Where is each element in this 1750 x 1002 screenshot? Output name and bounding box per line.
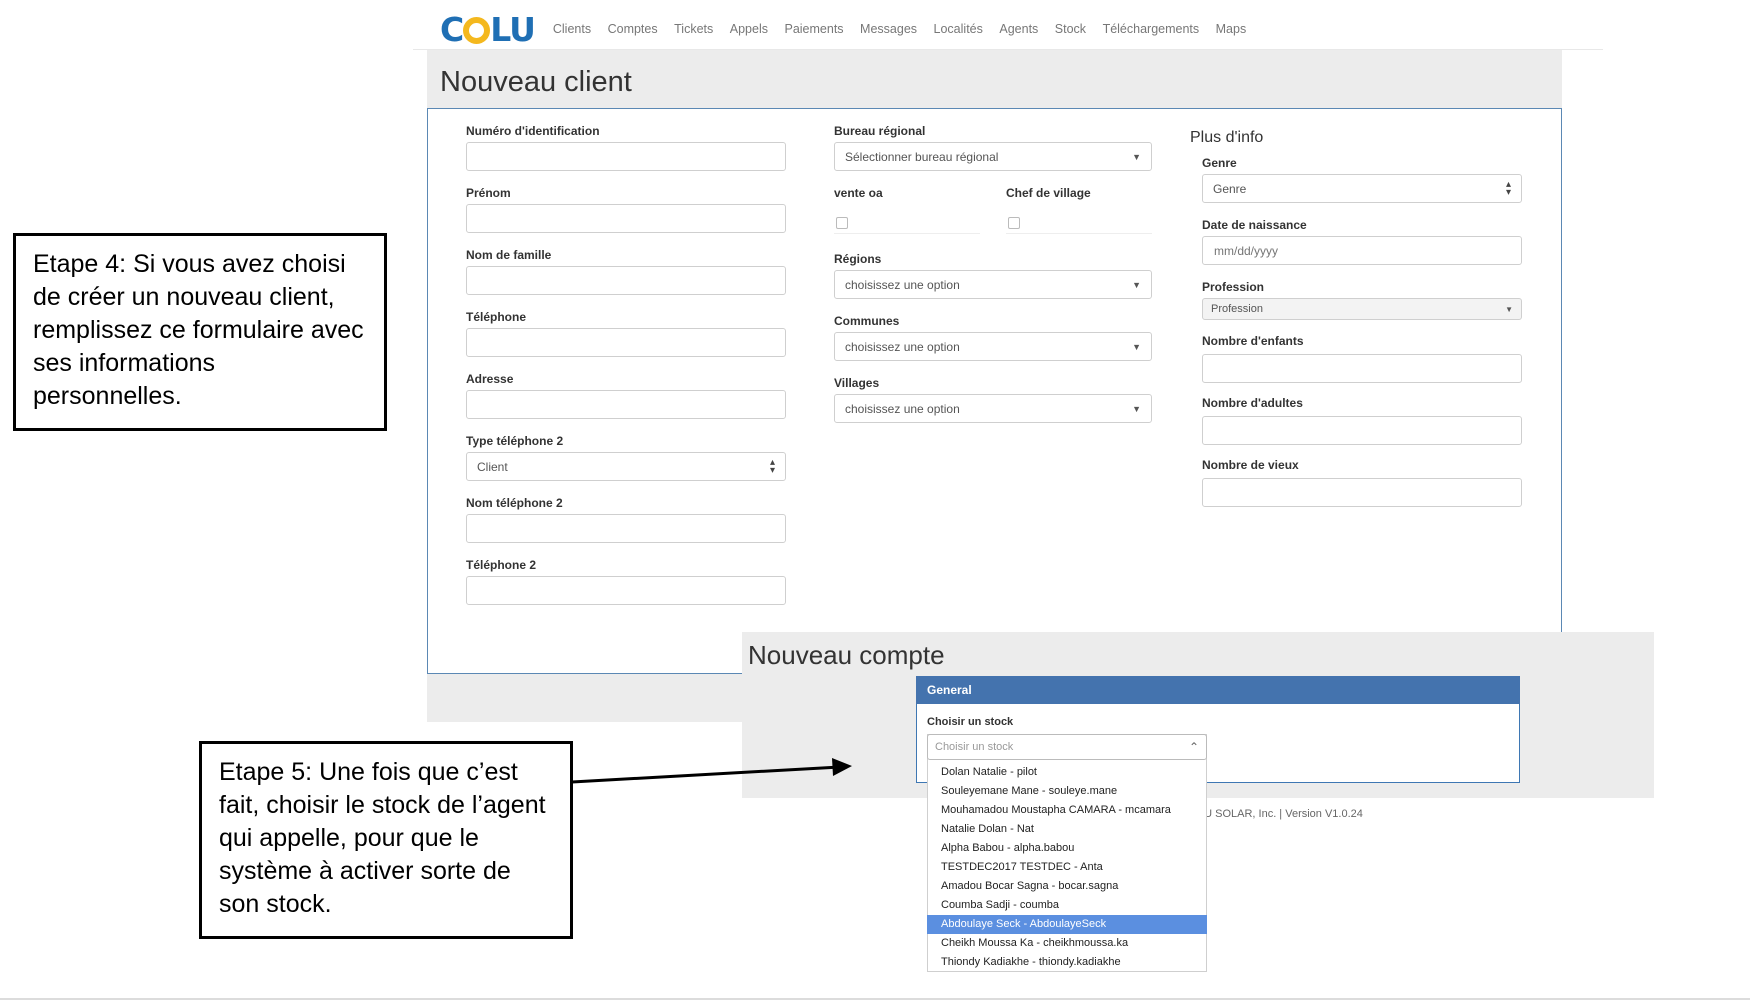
firstname-label: Prénom bbox=[466, 186, 511, 200]
vente-label: vente oa bbox=[834, 186, 883, 200]
elders-input[interactable] bbox=[1202, 478, 1522, 507]
chef-row bbox=[1006, 208, 1152, 234]
stock-option[interactable]: Mouhamadou Moustapha CAMARA - mcamara bbox=[927, 801, 1207, 820]
phone2-name-label: Nom téléphone 2 bbox=[466, 496, 563, 510]
annotation-step5: Etape 5: Une fois que c’est fait, choisi… bbox=[199, 741, 573, 939]
logo-text-right: LU bbox=[490, 9, 536, 49]
stock-option[interactable]: TESTDEC2017 TESTDEC - Anta bbox=[927, 858, 1207, 877]
chevron-up-icon: ⌃ bbox=[1188, 740, 1199, 754]
stock-select-placeholder: Choisir un stock bbox=[935, 741, 1014, 753]
genre-value: Genre bbox=[1213, 181, 1247, 196]
stock-option[interactable]: Amadou Bocar Sagna - bocar.sagna bbox=[927, 877, 1207, 896]
children-label: Nombre d'enfants bbox=[1202, 334, 1304, 348]
regions-label: Régions bbox=[834, 252, 882, 266]
profession-value: Profession bbox=[1211, 303, 1263, 315]
vente-checkbox[interactable] bbox=[836, 217, 848, 229]
compte-title: Nouveau compte bbox=[748, 640, 945, 670]
sun-icon bbox=[463, 16, 491, 44]
profession-label: Profession bbox=[1202, 280, 1265, 294]
communes-select[interactable]: choisissez une option ▼ bbox=[834, 332, 1152, 361]
address-label: Adresse bbox=[466, 372, 514, 386]
nav-agents[interactable]: Agents bbox=[999, 22, 1038, 36]
id-label: Numéro d'identification bbox=[466, 124, 600, 138]
nav-localites[interactable]: Localités bbox=[934, 22, 983, 36]
nav-messages[interactable]: Messages bbox=[860, 22, 917, 36]
arrow-connector bbox=[571, 758, 852, 784]
chef-checkbox[interactable] bbox=[1008, 217, 1020, 229]
elders-label: Nombre de vieux bbox=[1202, 458, 1299, 472]
communes-value: choisissez une option bbox=[845, 339, 960, 354]
logo-text-left: C bbox=[440, 9, 464, 49]
stock-option[interactable]: Coumba Sadji - coumba bbox=[927, 896, 1207, 915]
phone2-type-label: Type téléphone 2 bbox=[466, 434, 564, 448]
phone2-type-value: Client bbox=[477, 459, 508, 474]
page-gap bbox=[413, 722, 743, 724]
nav-telechargements[interactable]: Téléchargements bbox=[1103, 22, 1200, 36]
phone2-label: Téléphone 2 bbox=[466, 558, 537, 572]
office-select[interactable]: Sélectionner bureau régional ▼ bbox=[834, 142, 1152, 171]
nav-maps[interactable]: Maps bbox=[1216, 22, 1247, 36]
general-panel-header: General bbox=[916, 676, 1520, 704]
villages-label: Villages bbox=[834, 376, 880, 390]
arrow-head-icon bbox=[832, 758, 852, 776]
phone2-name-input[interactable] bbox=[466, 514, 786, 543]
id-input[interactable] bbox=[466, 142, 786, 171]
more-info-heading: Plus d'info bbox=[1190, 129, 1264, 146]
nav-stock[interactable]: Stock bbox=[1055, 22, 1086, 36]
stock-option[interactable]: Souleyemane Mane - souleye.mane bbox=[927, 782, 1207, 801]
chevron-down-icon: ▼ bbox=[1132, 279, 1141, 290]
adults-label: Nombre d'adultes bbox=[1202, 396, 1303, 410]
genre-label: Genre bbox=[1202, 156, 1237, 170]
regions-select[interactable]: choisissez une option ▼ bbox=[834, 270, 1152, 299]
stock-option[interactable]: Natalie Dolan - Nat bbox=[927, 820, 1207, 839]
chevron-down-icon: ▼ bbox=[1132, 341, 1141, 352]
colu-logo[interactable]: C LU bbox=[440, 9, 536, 49]
nav-tickets[interactable]: Tickets bbox=[674, 22, 713, 36]
stock-label: Choisir un stock bbox=[927, 716, 1014, 728]
chevron-down-icon: ▼ bbox=[1132, 151, 1141, 162]
top-nav: C LU Clients Comptes Tickets Appels Paie… bbox=[440, 8, 1263, 50]
stock-option[interactable]: Thiondy Kadiakhe - thiondy.kadiakhe bbox=[927, 953, 1207, 972]
footer-version: LU SOLAR, Inc. | Version V1.0.24 bbox=[1198, 808, 1363, 820]
villages-value: choisissez une option bbox=[845, 401, 960, 416]
phone2-input[interactable] bbox=[466, 576, 786, 605]
arrow-line bbox=[571, 765, 841, 784]
stock-option[interactable]: Cheikh Moussa Ka - cheikhmoussa.ka bbox=[927, 934, 1207, 953]
nav-comptes[interactable]: Comptes bbox=[608, 22, 658, 36]
phone2-type-select[interactable]: Client ▴ ▾ bbox=[466, 452, 786, 481]
chef-label: Chef de village bbox=[1006, 186, 1091, 200]
address-input[interactable] bbox=[466, 390, 786, 419]
adults-input[interactable] bbox=[1202, 416, 1522, 445]
lastname-input[interactable] bbox=[466, 266, 786, 295]
chevron-down-icon: ▼ bbox=[1505, 304, 1513, 314]
lastname-label: Nom de famille bbox=[466, 248, 552, 262]
villages-select[interactable]: choisissez une option ▼ bbox=[834, 394, 1152, 423]
stock-option-selected[interactable]: Abdoulaye Seck - AbdoulayeSeck bbox=[927, 915, 1207, 934]
chevron-down-icon: ▼ bbox=[1132, 403, 1141, 414]
nav-clients[interactable]: Clients bbox=[553, 22, 591, 36]
regions-value: choisissez une option bbox=[845, 277, 960, 292]
vente-row bbox=[834, 208, 980, 234]
profession-select[interactable]: Profession ▼ bbox=[1202, 298, 1522, 320]
annotation-step4: Etape 4: Si vous avez choisi de créer un… bbox=[13, 233, 387, 431]
firstname-input[interactable] bbox=[466, 204, 786, 233]
communes-label: Communes bbox=[834, 314, 900, 328]
updown-arrow-icon: ▴ ▾ bbox=[769, 456, 775, 476]
stock-select[interactable]: Choisir un stock ⌃ bbox=[927, 734, 1207, 760]
children-input[interactable] bbox=[1202, 354, 1522, 383]
genre-select[interactable]: Genre ▴ ▾ bbox=[1202, 174, 1522, 203]
dob-label: Date de naissance bbox=[1202, 218, 1307, 232]
phone-label: Téléphone bbox=[466, 310, 527, 324]
stock-option[interactable]: Alpha Babou - alpha.babou bbox=[927, 839, 1207, 858]
office-label: Bureau régional bbox=[834, 124, 926, 138]
bottom-divider bbox=[0, 998, 1750, 1000]
office-value: Sélectionner bureau régional bbox=[845, 149, 999, 164]
dob-input[interactable] bbox=[1202, 236, 1522, 265]
nav-paiements[interactable]: Paiements bbox=[784, 22, 843, 36]
nav-appels[interactable]: Appels bbox=[730, 22, 768, 36]
updown-arrow-icon: ▴ ▾ bbox=[1505, 178, 1511, 198]
stock-option[interactable]: Dolan Natalie - pilot bbox=[927, 763, 1207, 782]
page-title: Nouveau client bbox=[440, 66, 632, 98]
phone-input[interactable] bbox=[466, 328, 786, 357]
